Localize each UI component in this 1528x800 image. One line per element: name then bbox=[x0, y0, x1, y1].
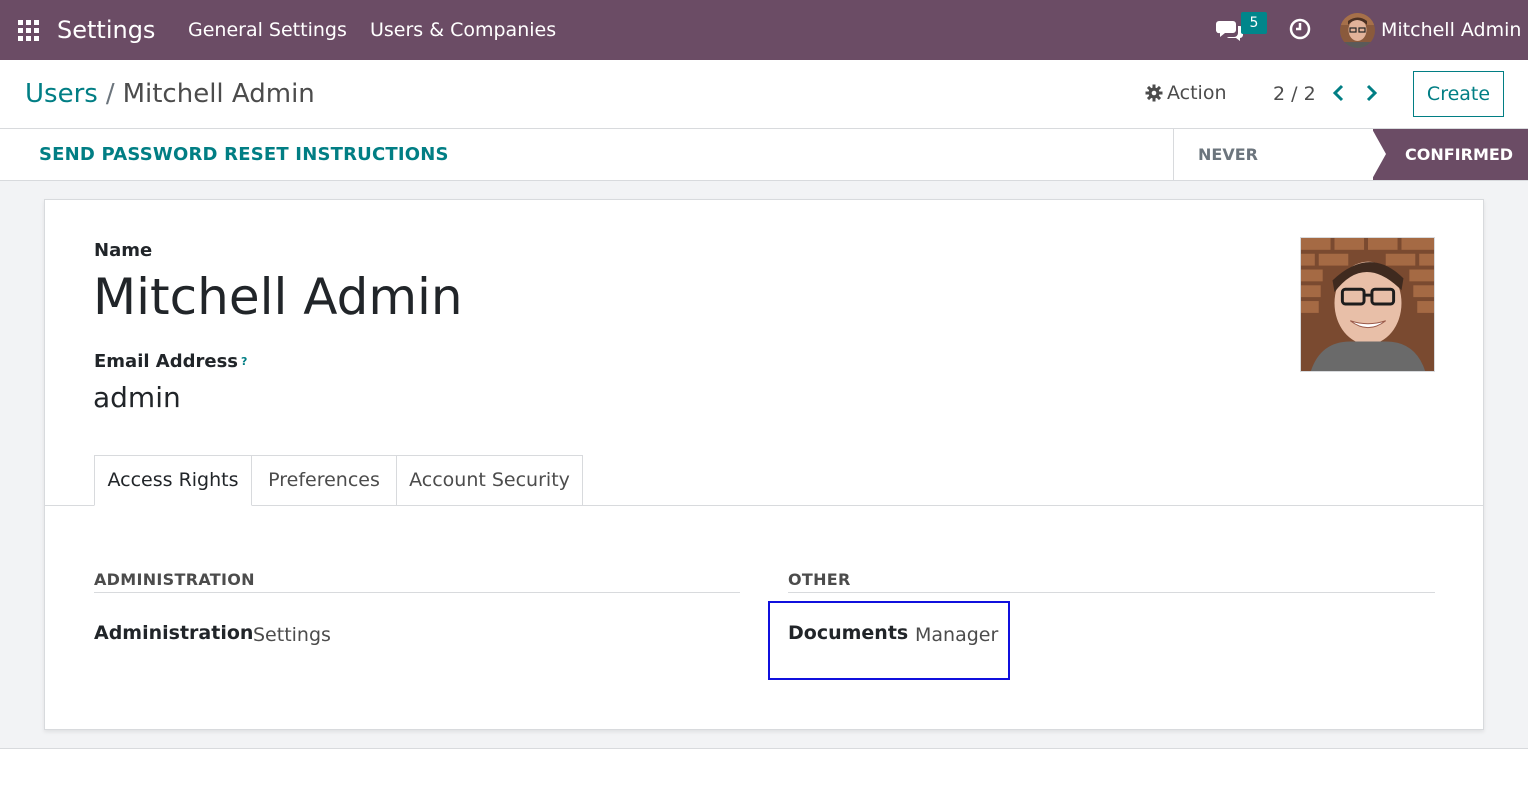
email-field[interactable]: admin bbox=[93, 380, 181, 416]
menu-general-settings[interactable]: General Settings bbox=[188, 18, 347, 42]
tab-preferences[interactable]: Preferences bbox=[251, 455, 397, 506]
pager-next-icon[interactable] bbox=[1362, 82, 1380, 104]
apps-menu-icon[interactable] bbox=[18, 20, 39, 41]
email-label: Email Address? bbox=[94, 350, 247, 374]
form-sheet: Name Mitchell Admin Email Address? admin… bbox=[44, 199, 1484, 730]
breadcrumb-separator: / bbox=[105, 79, 115, 109]
administration-field-value[interactable]: Settings bbox=[253, 623, 331, 647]
activity-clock-icon[interactable] bbox=[1289, 18, 1311, 40]
email-label-text: Email Address bbox=[94, 351, 239, 372]
form-statusbar: SEND PASSWORD RESET INSTRUCTIONS NEVER C… bbox=[0, 129, 1528, 215]
stage-never-connected[interactable]: NEVER CONNECTED bbox=[1173, 129, 1373, 215]
name-label: Name bbox=[94, 240, 153, 261]
app-title[interactable]: Settings bbox=[57, 14, 155, 46]
action-menu-button[interactable]: Action bbox=[1145, 81, 1227, 105]
group-title-administration: ADMINISTRATION bbox=[94, 570, 255, 589]
user-photo[interactable] bbox=[1300, 237, 1435, 372]
chat-icon[interactable] bbox=[1216, 18, 1244, 42]
pager-value[interactable]: 2 / 2 bbox=[1273, 82, 1316, 106]
chat-count-badge: 5 bbox=[1241, 12, 1267, 34]
tab-access-rights[interactable]: Access Rights bbox=[94, 455, 252, 506]
user-avatar[interactable] bbox=[1340, 13, 1375, 48]
send-password-reset-button[interactable]: SEND PASSWORD RESET INSTRUCTIONS bbox=[39, 143, 449, 167]
pager-previous-icon[interactable] bbox=[1330, 82, 1348, 104]
administration-field-label: Administration bbox=[94, 622, 254, 644]
group-divider-other bbox=[788, 592, 1435, 593]
stage-arrow bbox=[1372, 129, 1386, 179]
group-title-other: OTHER bbox=[788, 570, 851, 589]
group-divider-administration bbox=[94, 592, 740, 593]
top-navbar: Settings General Settings Users & Compan… bbox=[0, 0, 1528, 60]
breadcrumb-current: Mitchell Admin bbox=[122, 79, 315, 109]
tab-account-security[interactable]: Account Security bbox=[396, 455, 583, 506]
help-tooltip-icon[interactable]: ? bbox=[241, 355, 247, 368]
gear-icon bbox=[1145, 84, 1163, 102]
control-panel: Users / Mitchell Admin Action 2 / 2 Create bbox=[0, 60, 1528, 129]
user-menu-name[interactable]: Mitchell Admin bbox=[1381, 18, 1521, 42]
menu-users-companies[interactable]: Users & Companies bbox=[370, 18, 556, 42]
breadcrumb-users-link[interactable]: Users bbox=[25, 79, 98, 109]
breadcrumb: Users / Mitchell Admin bbox=[25, 78, 315, 110]
name-field[interactable]: Mitchell Admin bbox=[93, 266, 463, 328]
stage-confirmed[interactable]: CONFIRMED bbox=[1373, 129, 1528, 180]
highlight-box bbox=[768, 601, 1010, 680]
create-button[interactable]: Create bbox=[1413, 71, 1504, 117]
action-label: Action bbox=[1167, 82, 1227, 104]
